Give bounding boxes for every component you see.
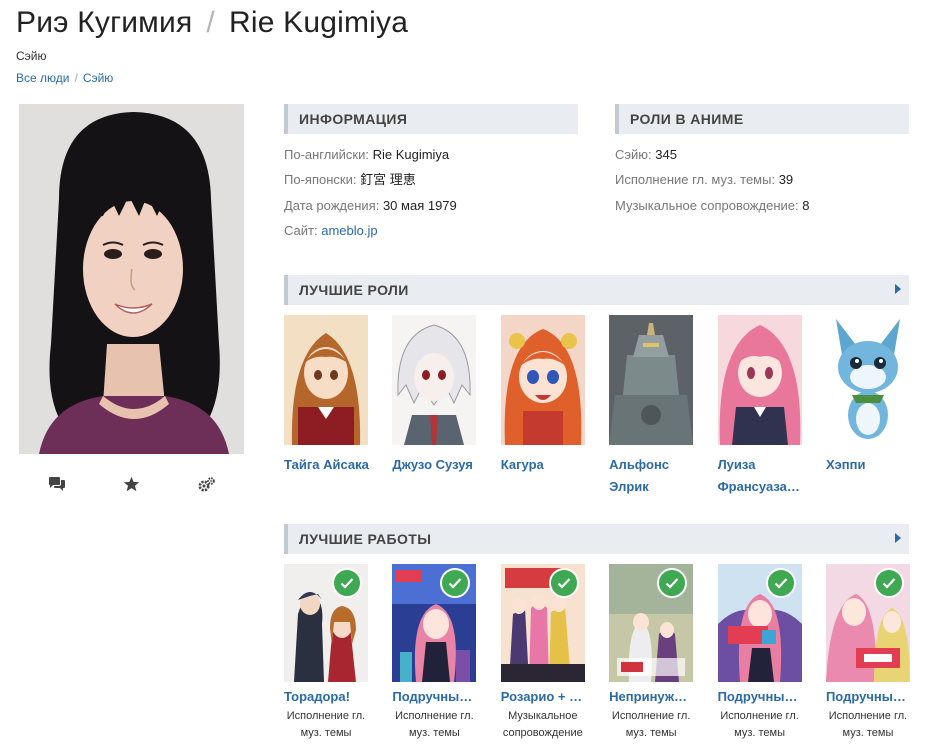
info-value: Rie Kugimiya (372, 147, 450, 162)
best-works-section-title: Лучшие работы (284, 524, 909, 554)
info-row-japanese: По-японски: 釘宮 理恵 (284, 167, 457, 192)
role-image[interactable] (609, 315, 694, 445)
title-english: Rie Kugimiya (228, 6, 409, 39)
info-key: По-английски: (284, 147, 369, 162)
work-poster[interactable] (500, 564, 585, 682)
work-role: Исполнение гл. муз. темы (286, 710, 366, 739)
breadcrumb: Все люди / Сэйю (16, 71, 113, 85)
watched-check-icon (873, 568, 904, 598)
work-card[interactable]: Непринуждённый Исполнение гл. муз. темы (609, 564, 709, 742)
roles-row-seiyu: Сэйю: 345 (615, 142, 809, 167)
person-actions (19, 472, 244, 496)
best-works-more-arrow-icon[interactable] (895, 533, 901, 543)
roles-key: Исполнение гл. муз. темы: (615, 172, 776, 188)
role-image[interactable] (500, 315, 585, 445)
work-title[interactable]: Подручный Луизы-Нулизы (826, 689, 910, 704)
info-row-birthdate: Дата рождения: 30 мая 1979 (284, 193, 457, 218)
role-name[interactable]: Луиза Франсуаза Ле Блан де Ла Вальер (718, 454, 804, 498)
best-roles-list: Тайга Айсака Джузо Сузуя Кагура Альфонс … (284, 315, 926, 498)
work-poster[interactable] (609, 564, 694, 682)
info-key: Сайт: (284, 222, 318, 238)
work-title[interactable]: Подручный Луизы-Нулизы F (718, 689, 802, 704)
page-title: Риэ Кугимия / Rie Kugimiya (16, 6, 408, 40)
work-card[interactable]: Торадора! Исполнение гл. муз. темы (284, 564, 384, 742)
role-name[interactable]: Альфонс Элрик (609, 454, 695, 498)
roles-row-theme: Исполнение гл. муз. темы: 39 (615, 167, 809, 192)
best-roles-more-arrow-icon[interactable] (895, 284, 901, 294)
work-title[interactable]: Непринуждённый (609, 689, 693, 704)
cogs-icon[interactable] (195, 473, 219, 495)
star-icon[interactable] (120, 473, 144, 495)
person-photo (19, 104, 244, 454)
watched-check-icon (765, 568, 796, 598)
role-name[interactable]: Кагура (501, 454, 587, 476)
best-works-title: Лучшие работы (299, 531, 432, 547)
info-list: По-английски: Rie Kugimiya По-японски: 釘… (284, 142, 457, 243)
work-role: Музыкальное сопровождение (502, 710, 583, 739)
watched-check-icon (657, 568, 688, 598)
roles-value: 345 (655, 147, 677, 162)
work-role: Исполнение гл. муз. темы (828, 710, 908, 739)
work-card[interactable]: Подручный Луизы-Нулизы F Исполнение гл. … (717, 564, 818, 742)
watched-check-icon (332, 568, 362, 598)
watched-check-icon (548, 568, 579, 598)
work-title[interactable]: Подручный Луизы-Нулизы (392, 689, 476, 704)
roles-section-title: Роли в аниме (615, 104, 909, 134)
work-role: Исполнение гл. муз. темы (395, 710, 474, 739)
title-separator: / (206, 6, 215, 39)
roles-list: Сэйю: 345 Исполнение гл. муз. темы: 39 М… (615, 142, 809, 218)
work-card[interactable]: Подручный Луизы-Нулизы Исполнение гл. му… (825, 564, 926, 742)
title-russian: Риэ Кугимия (16, 6, 193, 39)
info-value: 釘宮 理恵 (360, 172, 416, 188)
role-card[interactable]: Хэппи (825, 315, 926, 498)
info-row-english: По-английски: Rie Kugimiya (284, 142, 457, 167)
best-roles-section-title: Лучшие роли (284, 275, 909, 305)
work-title[interactable]: Розарио + Вампир (501, 689, 585, 704)
work-poster[interactable] (825, 564, 910, 682)
work-role: Исполнение гл. муз. темы (611, 710, 691, 739)
info-key: Дата рождения: (284, 197, 380, 213)
best-works-list: Торадора! Исполнение гл. муз. темы Подру… (284, 564, 926, 742)
best-roles-title: Лучшие роли (299, 282, 409, 298)
role-card[interactable]: Тайга Айсака (284, 315, 384, 498)
role-name[interactable]: Джузо Сузуя (392, 454, 478, 476)
role-image[interactable] (392, 315, 477, 445)
role-card[interactable]: Луиза Франсуаза Ле Блан де Ла Вальер (717, 315, 818, 498)
roles-value: 39 (778, 172, 794, 188)
work-card[interactable]: Розарио + Вампир Музыкальное сопровожден… (500, 564, 601, 742)
breadcrumb-seiyu[interactable]: Сэйю (83, 71, 114, 85)
work-poster[interactable] (392, 564, 477, 682)
info-key: По-японски: (284, 172, 357, 188)
info-section-title: Информация (284, 104, 578, 134)
roles-key: Сэйю: (615, 147, 652, 162)
roles-row-music: Музыкальное сопровождение: 8 (615, 193, 809, 218)
breadcrumb-separator: / (74, 71, 78, 85)
roles-key: Музыкальное сопровождение: (615, 197, 799, 213)
work-poster[interactable] (717, 564, 802, 682)
roles-value: 8 (802, 197, 810, 213)
role-image[interactable] (284, 315, 368, 445)
role-card[interactable]: Кагура (500, 315, 601, 498)
work-poster[interactable] (284, 564, 368, 682)
info-row-website: Сайт: ameblo.jp (284, 218, 457, 243)
role-card[interactable]: Джузо Сузуя (392, 315, 492, 498)
work-role: Исполнение гл. муз. темы (720, 710, 799, 739)
role-name[interactable]: Хэппи (826, 454, 912, 476)
website-link[interactable]: ameblo.jp (321, 223, 377, 238)
role-image[interactable] (717, 315, 802, 445)
work-title[interactable]: Торадора! (284, 689, 368, 704)
role-image[interactable] (825, 315, 910, 445)
role-name[interactable]: Тайга Айсака (284, 454, 370, 476)
role-card[interactable]: Альфонс Элрик (609, 315, 709, 498)
person-type: Сэйю (16, 49, 47, 63)
info-value: 30 мая 1979 (382, 197, 457, 213)
comments-icon[interactable] (45, 473, 69, 495)
breadcrumb-all-people[interactable]: Все люди (16, 71, 69, 85)
work-card[interactable]: Подручный Луизы-Нулизы Исполнение гл. му… (392, 564, 492, 742)
